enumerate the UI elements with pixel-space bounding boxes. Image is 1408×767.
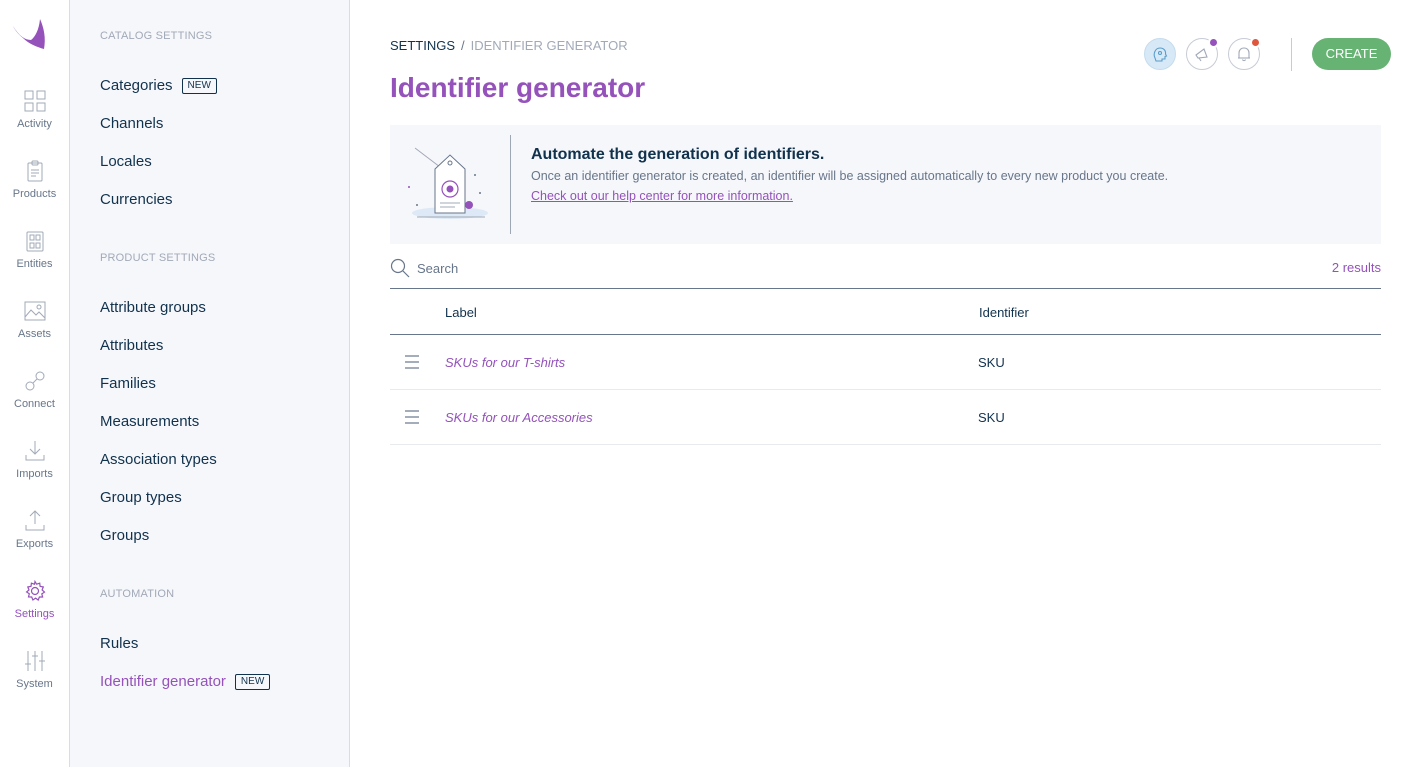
rail-item-activity[interactable]: Activity	[0, 90, 69, 150]
sidebar-item-channels[interactable]: Channels	[100, 115, 163, 132]
products-icon	[27, 160, 42, 182]
helper-title: Automate the generation of identifiers.	[531, 146, 825, 163]
rail-item-label: Settings	[14, 608, 55, 620]
sidebar-item-rules[interactable]: Rules	[100, 635, 138, 652]
help-center-link[interactable]: Check out our help center for more infor…	[531, 189, 793, 203]
generator-label[interactable]: SKUs for our Accessories	[445, 410, 593, 425]
rail-item-label: Products	[12, 188, 57, 200]
breadcrumb-current: IDENTIFIER GENERATOR	[470, 38, 628, 53]
drag-handle-icon[interactable]	[404, 354, 420, 370]
help-head-icon	[1153, 47, 1168, 62]
announcements-button[interactable]	[1186, 37, 1219, 70]
sidebar-item-locales[interactable]: Locales	[100, 153, 152, 170]
generator-identifier: SKU	[978, 410, 1005, 425]
breadcrumb-separator: /	[461, 38, 465, 53]
helper-banner: Automate the generation of identifiers. …	[390, 125, 1381, 244]
rail-item-exports[interactable]: Exports	[0, 510, 69, 570]
rail-item-entities[interactable]: Entities	[0, 230, 69, 290]
entities-icon	[26, 231, 43, 252]
main-content: SETTINGS / IDENTIFIER GENERATOR Identifier…	[390, 0, 1391, 767]
rail-item-label: Assets	[17, 328, 51, 340]
rail-item-label: Imports	[16, 468, 53, 480]
main-navigation-rail: Activity Products Entities Assets Connec…	[0, 0, 70, 767]
rail-item-label: System	[16, 678, 53, 690]
sidebar-item-identifier-generator[interactable]: Identifier generator NEW	[100, 673, 271, 690]
sidebar-item-label: Categories	[100, 77, 173, 94]
generator-label[interactable]: SKUs for our T-shirts	[445, 355, 565, 370]
header-divider	[1291, 38, 1292, 71]
search-bar: 2 results	[390, 255, 1381, 289]
sidebar-item-measurements[interactable]: Measurements	[100, 413, 199, 430]
table-row[interactable]: SKUs for our Accessories SKU	[390, 390, 1381, 445]
gear-icon	[25, 580, 45, 601]
sidebar-item-categories[interactable]: Categories NEW	[100, 77, 217, 94]
breadcrumb: SETTINGS / IDENTIFIER GENERATOR	[390, 38, 628, 53]
sidebar-item-label: Identifier generator	[100, 673, 226, 690]
tag-illustration-icon	[408, 147, 488, 219]
notification-dot	[1250, 37, 1261, 48]
table-row[interactable]: SKUs for our T-shirts SKU	[390, 335, 1381, 390]
activity-icon	[24, 90, 45, 112]
rail-item-connect[interactable]: Connect	[0, 370, 69, 430]
helper-description: Once an identifier generator is created,…	[531, 169, 1169, 183]
announcement-dot	[1208, 37, 1219, 48]
rail-item-imports[interactable]: Imports	[0, 440, 69, 500]
generator-identifier: SKU	[978, 355, 1005, 370]
rail-item-label: Activity	[17, 118, 52, 130]
rail-item-settings[interactable]: Settings	[0, 580, 69, 640]
sidebar-item-group-types[interactable]: Group types	[100, 489, 182, 506]
sidebar-item-association-types[interactable]: Association types	[100, 451, 217, 468]
column-header-identifier: Identifier	[979, 305, 1029, 320]
rail-item-system[interactable]: System	[0, 650, 69, 710]
settings-sidebar: CATALOG SETTINGS Categories NEW Channels …	[70, 0, 350, 767]
column-header-label: Label	[445, 305, 477, 320]
rail-item-assets[interactable]: Assets	[0, 300, 69, 360]
search-icon	[390, 258, 410, 278]
sidebar-item-groups[interactable]: Groups	[100, 527, 149, 544]
rail-item-label: Exports	[15, 538, 54, 550]
megaphone-icon	[1195, 48, 1208, 62]
sidebar-item-attribute-groups[interactable]: Attribute groups	[100, 299, 206, 316]
table-header: Label Identifier	[390, 290, 1381, 335]
section-title-catalog-settings: CATALOG SETTINGS	[100, 30, 213, 42]
results-count: 2 results	[1331, 260, 1381, 275]
sliders-icon	[24, 651, 45, 671]
search-input[interactable]	[417, 257, 1017, 279]
rail-item-products[interactable]: Products	[0, 160, 69, 220]
breadcrumb-settings-link[interactable]: SETTINGS	[390, 38, 455, 53]
akeneo-logo[interactable]	[11, 16, 47, 52]
help-button[interactable]	[1144, 38, 1176, 70]
helper-separator	[510, 135, 511, 234]
rail-item-label: Entities	[16, 258, 53, 270]
new-badge: NEW	[234, 674, 271, 690]
exports-icon	[25, 510, 44, 531]
rail-item-label: Connect	[14, 398, 55, 410]
bell-icon	[1238, 47, 1250, 62]
assets-icon	[24, 301, 45, 321]
imports-icon	[25, 441, 44, 461]
new-badge: NEW	[181, 78, 217, 94]
section-title-automation: AUTOMATION	[100, 588, 175, 600]
connect-icon	[25, 371, 44, 391]
notifications-button[interactable]	[1228, 37, 1261, 70]
section-title-product-settings: PRODUCT SETTINGS	[100, 252, 216, 264]
sidebar-item-attributes[interactable]: Attributes	[100, 337, 163, 354]
page-title: Identifier generator	[390, 72, 646, 103]
create-button[interactable]: CREATE	[1312, 38, 1391, 70]
drag-handle-icon[interactable]	[404, 409, 420, 425]
sidebar-item-currencies[interactable]: Currencies	[100, 191, 173, 208]
sidebar-item-families[interactable]: Families	[100, 375, 156, 392]
